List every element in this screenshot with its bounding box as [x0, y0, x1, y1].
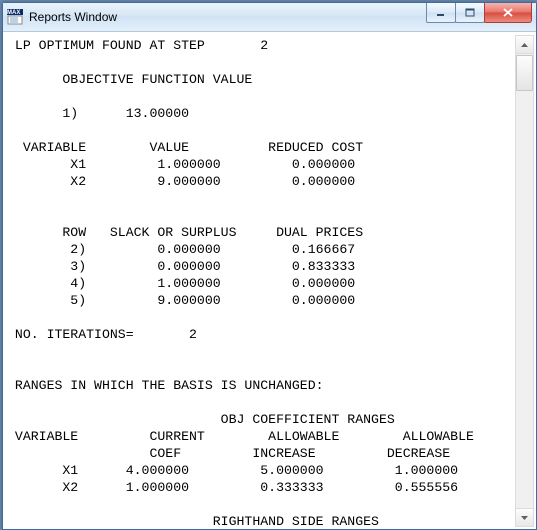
scroll-up-arrow[interactable]: [516, 36, 533, 54]
report-text: LP OPTIMUM FOUND AT STEP 2 OBJECTIVE FUN…: [7, 37, 514, 525]
scroll-thumb[interactable]: [516, 55, 533, 91]
window-title: Reports Window: [29, 10, 427, 24]
max-app-icon: MAX: [7, 9, 23, 25]
titlebar[interactable]: MAX Reports Window: [3, 3, 536, 32]
window-buttons: [427, 3, 532, 23]
minimize-button[interactable]: [426, 3, 456, 23]
reports-window: MAX Reports Window LP OPTIMUM FOUND AT S…: [2, 2, 537, 530]
scroll-down-arrow[interactable]: [516, 508, 533, 526]
svg-text:MAX: MAX: [7, 10, 20, 16]
close-button[interactable]: [484, 3, 532, 23]
maximize-button[interactable]: [455, 3, 485, 23]
report-content-area: LP OPTIMUM FOUND AT STEP 2 OBJECTIVE FUN…: [3, 32, 536, 529]
vertical-scrollbar[interactable]: [515, 35, 534, 527]
